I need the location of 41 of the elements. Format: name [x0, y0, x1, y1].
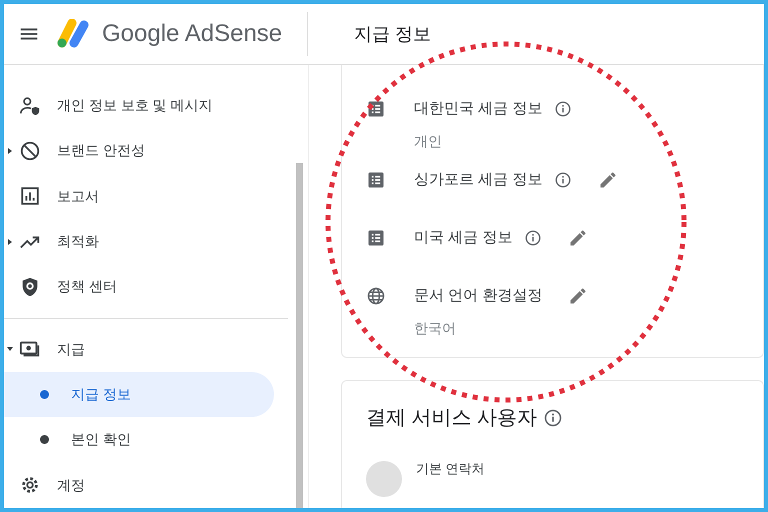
info-icon[interactable] [554, 100, 572, 118]
setting-label: 대한민국 세금 정보 [414, 98, 542, 119]
info-icon[interactable] [524, 229, 542, 247]
scrollbar[interactable] [296, 163, 302, 508]
info-icon[interactable] [554, 171, 572, 189]
sidebar-item[interactable]: 브랜드 안전성 [4, 128, 290, 174]
page-title: 지급 정보 [354, 22, 432, 46]
sidebar-item[interactable]: 개인 정보 보호 및 메시지 [4, 83, 290, 128]
setting-value: 개인 [414, 132, 443, 151]
sidebar-subitem[interactable]: 본인 확인 [4, 417, 274, 463]
pencil-icon[interactable] [568, 228, 588, 248]
setting-value: 한국어 [414, 319, 457, 338]
caret-icon[interactable] [7, 346, 13, 352]
bullet-icon [40, 435, 49, 444]
brand-name: Google AdSense [102, 19, 282, 49]
bar-chart-icon [19, 185, 41, 208]
sidebar-item[interactable]: 보고서 [4, 174, 290, 219]
list-icon [366, 99, 386, 119]
contact-label: 기본 연락처 [416, 460, 485, 478]
list-icon [366, 228, 386, 248]
setting-label: 문서 언어 환경설정 [414, 286, 542, 306]
person-shield-icon [19, 94, 41, 117]
setting-label: 싱가포르 세금 정보 [414, 170, 542, 190]
globe-icon [366, 286, 386, 306]
sidebar-item[interactable]: 지급 [4, 326, 290, 372]
avatar-icon [366, 461, 402, 497]
pencil-icon[interactable] [568, 286, 588, 306]
sidebar-item[interactable]: 정책 센터 [4, 264, 290, 310]
sidebar-item[interactable]: 최적화 [4, 218, 290, 264]
sidebar-subitem[interactable]: 지급 정보 [4, 372, 274, 418]
pencil-icon[interactable] [598, 170, 618, 190]
block-icon [19, 140, 41, 162]
logo-icon [56, 19, 90, 49]
bullet-icon [40, 390, 49, 400]
sidebar-item[interactable]: 계정 [4, 462, 290, 508]
card-title: 결제 서비스 사용자 [366, 406, 538, 431]
setting-label: 미국 세금 정보 [414, 228, 512, 248]
list-icon [366, 170, 386, 190]
caret-icon[interactable] [7, 238, 13, 245]
caret-icon[interactable] [7, 148, 13, 154]
info-icon[interactable] [543, 408, 564, 428]
